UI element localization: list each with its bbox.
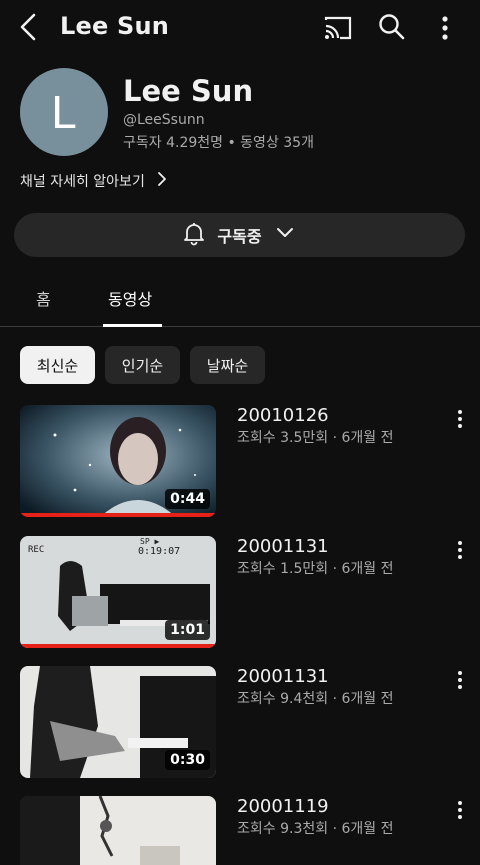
video-thumbnail[interactable]: 0:44 bbox=[20, 405, 216, 517]
subscribed-button[interactable]: 구독중 bbox=[14, 213, 465, 257]
thumb-time-label: 0:19:07 bbox=[138, 546, 180, 557]
avatar[interactable]: L bbox=[20, 68, 108, 156]
thumb-rec-label: REC bbox=[28, 545, 44, 555]
video-item[interactable]: 20001119 조회수 9.3천회 · 6개월 전 bbox=[0, 796, 480, 865]
channel-stats: 구독자 4.29천명 • 동영상 35개 bbox=[123, 135, 314, 151]
video-title[interactable]: 20001131 bbox=[237, 536, 329, 557]
chip-latest[interactable]: 최신순 bbox=[20, 346, 95, 384]
watch-progress-bar bbox=[20, 513, 216, 517]
search-icon[interactable] bbox=[376, 11, 408, 43]
top-bar: Lee Sun bbox=[0, 0, 480, 56]
video-item[interactable]: 0:30 20001131 조회수 9.4천회 · 6개월 전 bbox=[0, 666, 480, 778]
back-arrow-icon[interactable] bbox=[14, 10, 46, 44]
video-duration: 0:30 bbox=[165, 750, 210, 770]
channel-more-info-link[interactable]: 채널 자세히 알아보기 bbox=[20, 170, 169, 192]
page-title: Lee Sun bbox=[60, 12, 170, 40]
cast-icon[interactable] bbox=[322, 12, 354, 44]
chip-popular[interactable]: 인기순 bbox=[105, 346, 180, 384]
video-duration: 1:01 bbox=[165, 620, 210, 640]
video-thumbnail[interactable]: REC SP ▶ 0:19:07 1:01 bbox=[20, 536, 216, 648]
sort-chips: 최신순 인기순 날짜순 bbox=[0, 346, 480, 386]
video-title[interactable]: 20001131 bbox=[237, 666, 329, 687]
more-vert-icon[interactable] bbox=[452, 408, 468, 430]
chevron-right-icon bbox=[155, 170, 169, 192]
chip-oldest[interactable]: 날짜순 bbox=[190, 346, 265, 384]
tab-home[interactable]: 홈 bbox=[36, 286, 51, 310]
more-vert-icon[interactable] bbox=[452, 799, 468, 821]
more-vert-icon[interactable] bbox=[452, 539, 468, 561]
tab-videos[interactable]: 동영상 bbox=[108, 286, 152, 310]
channel-page: Lee Sun L Lee Sun @LeeSsunn 구독자 4.29천명 •… bbox=[0, 0, 480, 865]
thumb-sp-label: SP ▶ bbox=[140, 537, 159, 546]
more-vert-icon[interactable] bbox=[452, 669, 468, 691]
video-title[interactable]: 20001119 bbox=[237, 796, 329, 817]
channel-tabs: 홈 동영상 bbox=[0, 268, 480, 327]
bell-icon bbox=[181, 220, 207, 250]
video-duration: 0:44 bbox=[165, 489, 210, 509]
channel-more-info-label: 채널 자세히 알아보기 bbox=[20, 174, 145, 190]
video-item[interactable]: REC SP ▶ 0:19:07 1:01 20001131 조회수 1.5만회… bbox=[0, 536, 480, 648]
video-thumbnail[interactable] bbox=[20, 796, 216, 865]
watch-progress-bar bbox=[20, 644, 216, 648]
active-tab-indicator bbox=[103, 324, 162, 327]
video-item[interactable]: 0:44 20010126 조회수 3.5만회 · 6개월 전 bbox=[0, 405, 480, 517]
video-meta: 조회수 3.5만회 · 6개월 전 bbox=[237, 430, 394, 446]
channel-name: Lee Sun bbox=[123, 74, 254, 108]
more-vert-icon[interactable] bbox=[432, 11, 458, 45]
chevron-down-icon bbox=[272, 222, 298, 248]
video-title[interactable]: 20010126 bbox=[237, 405, 329, 426]
video-meta: 조회수 9.4천회 · 6개월 전 bbox=[237, 691, 394, 707]
video-meta: 조회수 9.3천회 · 6개월 전 bbox=[237, 821, 394, 837]
subscribed-label: 구독중 bbox=[217, 227, 262, 246]
channel-handle: @LeeSsunn bbox=[123, 112, 205, 128]
video-thumbnail[interactable]: 0:30 bbox=[20, 666, 216, 778]
video-meta: 조회수 1.5만회 · 6개월 전 bbox=[237, 561, 394, 577]
